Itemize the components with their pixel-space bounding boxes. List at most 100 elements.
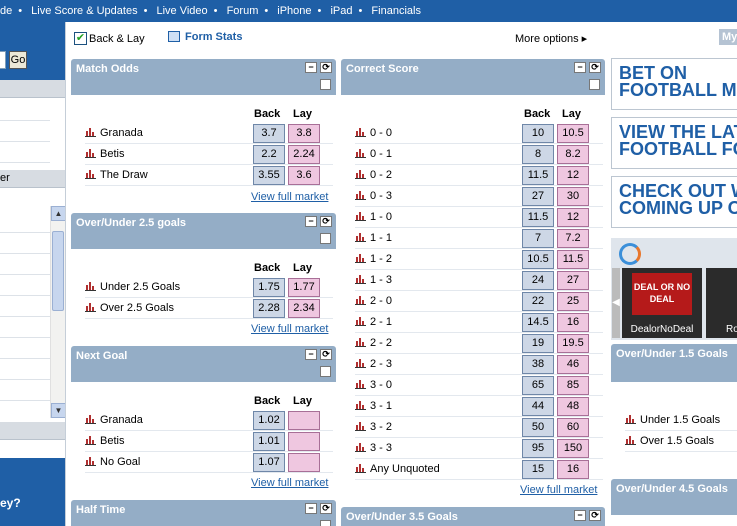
nav-link-ipad[interactable]: iPad (330, 0, 352, 22)
back-odds-button[interactable]: 1.07 (253, 453, 285, 472)
lay-odds-button[interactable] (288, 432, 320, 451)
minimize-icon[interactable]: − (305, 503, 317, 514)
back-odds-button[interactable]: 8 (522, 145, 554, 164)
back-odds-button[interactable]: 95 (522, 439, 554, 458)
chart-icon[interactable] (85, 302, 96, 312)
minimize-icon[interactable]: − (305, 349, 317, 360)
video-thumb-dealornodeal[interactable]: DEAL OR NO DEAL DealorNoDeal (622, 268, 702, 338)
lay-odds-button[interactable]: 150 (557, 439, 589, 458)
lay-odds-button[interactable]: 85 (557, 376, 589, 395)
pin-icon[interactable] (589, 79, 600, 90)
market-row[interactable]: Betis 2.2 2.24 (85, 144, 333, 165)
minimize-icon[interactable]: − (305, 62, 317, 73)
left-row[interactable] (0, 233, 50, 254)
lay-odds-button[interactable]: 3.6 (288, 166, 320, 185)
back-odds-button[interactable]: 44 (522, 397, 554, 416)
back-odds-button[interactable]: 2.28 (253, 299, 285, 318)
market-row[interactable]: No Goal 1.07 (85, 452, 333, 473)
chart-icon[interactable] (85, 148, 96, 158)
chart-icon[interactable] (85, 414, 96, 424)
more-options-button[interactable]: More options ▸ (515, 32, 587, 45)
form-stats-link[interactable]: Form Stats (185, 31, 242, 43)
back-odds-button[interactable]: 1.75 (253, 278, 285, 297)
view-full-market-link[interactable]: View full market (520, 484, 597, 496)
market-row[interactable]: Over 2.5 Goals 2.28 2.34 (85, 298, 333, 319)
left-row[interactable] (0, 380, 50, 401)
back-odds-button[interactable]: 1.02 (253, 411, 285, 430)
chart-icon[interactable] (355, 169, 366, 179)
chart-icon[interactable] (355, 442, 366, 452)
back-odds-button[interactable]: 11.5 (522, 208, 554, 227)
chart-icon[interactable] (85, 435, 96, 445)
market-row[interactable]: Over 1.5 Goals (625, 431, 737, 452)
market-row[interactable]: 3 - 2 50 60 (355, 417, 603, 438)
market-row[interactable]: 2 - 2 19 19.5 (355, 333, 603, 354)
lay-odds-button[interactable]: 16 (557, 313, 589, 332)
left-row[interactable] (0, 317, 50, 338)
refresh-icon[interactable]: ⟳ (589, 62, 601, 73)
lay-odds-button[interactable] (288, 453, 320, 472)
back-lay-checkbox[interactable]: ✔ (74, 32, 87, 45)
left-row[interactable] (0, 254, 50, 275)
market-row[interactable]: 1 - 1 7 7.2 (355, 228, 603, 249)
refresh-icon[interactable]: ⟳ (320, 349, 332, 360)
ad-check-out[interactable]: CHECK OUT W COMING UP O (611, 176, 737, 228)
market-row[interactable]: 3 - 0 65 85 (355, 375, 603, 396)
chart-icon[interactable] (355, 211, 366, 221)
left-search-input[interactable] (0, 51, 6, 69)
market-row[interactable]: 1 - 2 10.5 11.5 (355, 249, 603, 270)
pin-icon[interactable] (320, 233, 331, 244)
back-odds-button[interactable]: 27 (522, 187, 554, 206)
go-button[interactable]: Go (9, 51, 27, 69)
lay-odds-button[interactable]: 11.5 (557, 250, 589, 269)
market-row[interactable]: 3 - 1 44 48 (355, 396, 603, 417)
back-odds-button[interactable]: 15 (522, 460, 554, 479)
back-odds-button[interactable]: 19 (522, 334, 554, 353)
chart-icon[interactable] (85, 456, 96, 466)
market-row[interactable]: 0 - 2 11.5 12 (355, 165, 603, 186)
market-row[interactable]: 0 - 3 27 30 (355, 186, 603, 207)
left-row[interactable] (0, 212, 50, 233)
lay-odds-button[interactable]: 2.24 (288, 145, 320, 164)
nav-link-de[interactable]: de (0, 0, 12, 22)
back-odds-button[interactable]: 2.2 (253, 145, 285, 164)
chart-icon[interactable] (85, 127, 96, 137)
lay-odds-button[interactable]: 2.34 (288, 299, 320, 318)
lay-odds-button[interactable]: 27 (557, 271, 589, 290)
left-row[interactable] (0, 338, 50, 359)
lay-odds-button[interactable]: 46 (557, 355, 589, 374)
pin-icon[interactable] (320, 366, 331, 377)
market-row[interactable]: 0 - 0 10 10.5 (355, 123, 603, 144)
chart-icon[interactable] (355, 316, 366, 326)
chart-icon[interactable] (355, 463, 366, 473)
chart-icon[interactable] (355, 274, 366, 284)
lay-odds-button[interactable] (288, 411, 320, 430)
form-stats-icon[interactable] (168, 31, 180, 42)
lay-odds-button[interactable]: 1.77 (288, 278, 320, 297)
lay-odds-button[interactable]: 19.5 (557, 334, 589, 353)
nav-link-iphone[interactable]: iPhone (277, 0, 311, 22)
back-odds-button[interactable]: 22 (522, 292, 554, 311)
lay-odds-button[interactable]: 60 (557, 418, 589, 437)
lay-odds-button[interactable]: 10.5 (557, 124, 589, 143)
back-odds-button[interactable]: 38 (522, 355, 554, 374)
market-row[interactable]: 0 - 1 8 8.2 (355, 144, 603, 165)
lay-odds-button[interactable]: 48 (557, 397, 589, 416)
view-full-market-link[interactable]: View full market (251, 323, 328, 335)
carousel-left-icon[interactable]: ◀ (612, 268, 620, 338)
chart-icon[interactable] (355, 148, 366, 158)
ad-view-latest[interactable]: VIEW THE LAT FOOTBALL FO (611, 117, 737, 169)
chart-icon[interactable] (625, 435, 636, 445)
lay-odds-button[interactable]: 25 (557, 292, 589, 311)
minimize-icon[interactable]: − (574, 510, 586, 521)
chart-icon[interactable] (355, 400, 366, 410)
back-odds-button[interactable]: 65 (522, 376, 554, 395)
market-row[interactable]: Under 2.5 Goals 1.75 1.77 (85, 277, 333, 298)
lay-odds-button[interactable]: 12 (557, 208, 589, 227)
nav-link-live-score[interactable]: Live Score & Updates (31, 0, 137, 22)
lay-odds-button[interactable]: 16 (557, 460, 589, 479)
back-odds-button[interactable]: 24 (522, 271, 554, 290)
back-odds-button[interactable]: 50 (522, 418, 554, 437)
left-row[interactable] (0, 142, 50, 163)
chart-icon[interactable] (625, 414, 636, 424)
